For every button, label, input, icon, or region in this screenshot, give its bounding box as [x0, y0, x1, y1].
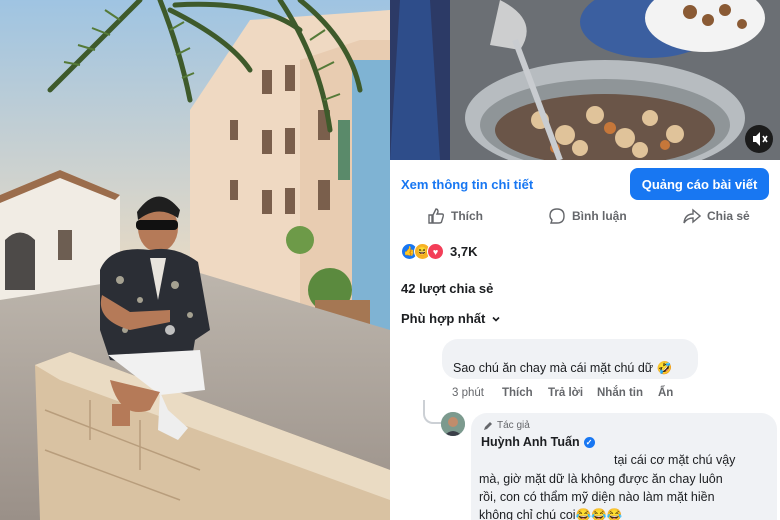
comment-button[interactable]: Bình luận: [548, 206, 627, 226]
post-video[interactable]: [390, 0, 780, 160]
share-button[interactable]: Chia sẻ: [683, 206, 750, 226]
post-photo: [0, 0, 390, 520]
reaction-count: 3,7K: [450, 244, 478, 259]
comment-sort-dropdown[interactable]: Phù hợp nhất: [401, 311, 501, 326]
comment-hide-link[interactable]: Ẩn: [658, 387, 673, 399]
avatar-image: [441, 412, 465, 436]
author-avatar[interactable]: [441, 412, 465, 436]
comment-like-link[interactable]: Thích: [502, 387, 533, 399]
share-label: Chia sẻ: [707, 209, 750, 223]
chevron-down-icon: [492, 316, 500, 322]
comment-reply-link[interactable]: Trả lời: [548, 387, 583, 399]
reaction-summary[interactable]: 👍 😆 ♥ 3,7K: [401, 243, 477, 260]
share-count[interactable]: 42 lượt chia sẻ: [401, 281, 493, 296]
like-label: Thích: [451, 209, 483, 223]
reply-author-name[interactable]: Huỳnh Anh Tuấn ✓: [481, 435, 595, 449]
facebook-post-panel: Xem thông tin chi tiết Quảng cáo bài viế…: [390, 0, 780, 520]
street-scene-image: [0, 0, 390, 520]
sort-label: Phù hợp nhất: [401, 311, 486, 326]
reply-thread-line: [423, 400, 441, 424]
thumbs-up-icon: [428, 208, 445, 224]
promote-post-button[interactable]: Quảng cáo bài viết: [630, 168, 769, 200]
comment-time[interactable]: 3 phút: [452, 387, 484, 399]
comment-label: Bình luận: [572, 209, 627, 223]
like-button[interactable]: Thích: [427, 206, 483, 226]
author-name-text: Huỳnh Anh Tuấn: [481, 435, 580, 449]
comment-message-link[interactable]: Nhắn tin: [597, 387, 643, 399]
view-details-link[interactable]: Xem thông tin chi tiết: [401, 177, 533, 192]
author-badge: Tác giả: [483, 420, 530, 431]
speech-bubble-icon: [549, 208, 565, 224]
reply-text-line: không chỉ chú coi😂😂😂: [479, 508, 623, 520]
author-badge-label: Tác giả: [497, 420, 530, 431]
share-arrow-icon: [683, 208, 701, 224]
love-reaction-icon: ♥: [427, 243, 444, 260]
speaker-muted-icon: [753, 132, 768, 146]
verified-check-icon: ✓: [583, 436, 595, 448]
cooking-pot-image: [390, 0, 780, 160]
reply-text-line: rồi, con có thẩm mỹ diện nào làm mặt hiề…: [479, 490, 715, 504]
mute-button[interactable]: [745, 125, 773, 153]
reply-text-line: tại cái cơ mặt chú vậy: [614, 453, 736, 467]
pencil-icon: [484, 421, 492, 430]
reply-text-line: mà, giờ mặt dữ là không được ăn chay luô…: [479, 472, 723, 486]
comment-text: Sao chú ăn chay mà cái mặt chú dữ 🤣: [453, 361, 673, 375]
